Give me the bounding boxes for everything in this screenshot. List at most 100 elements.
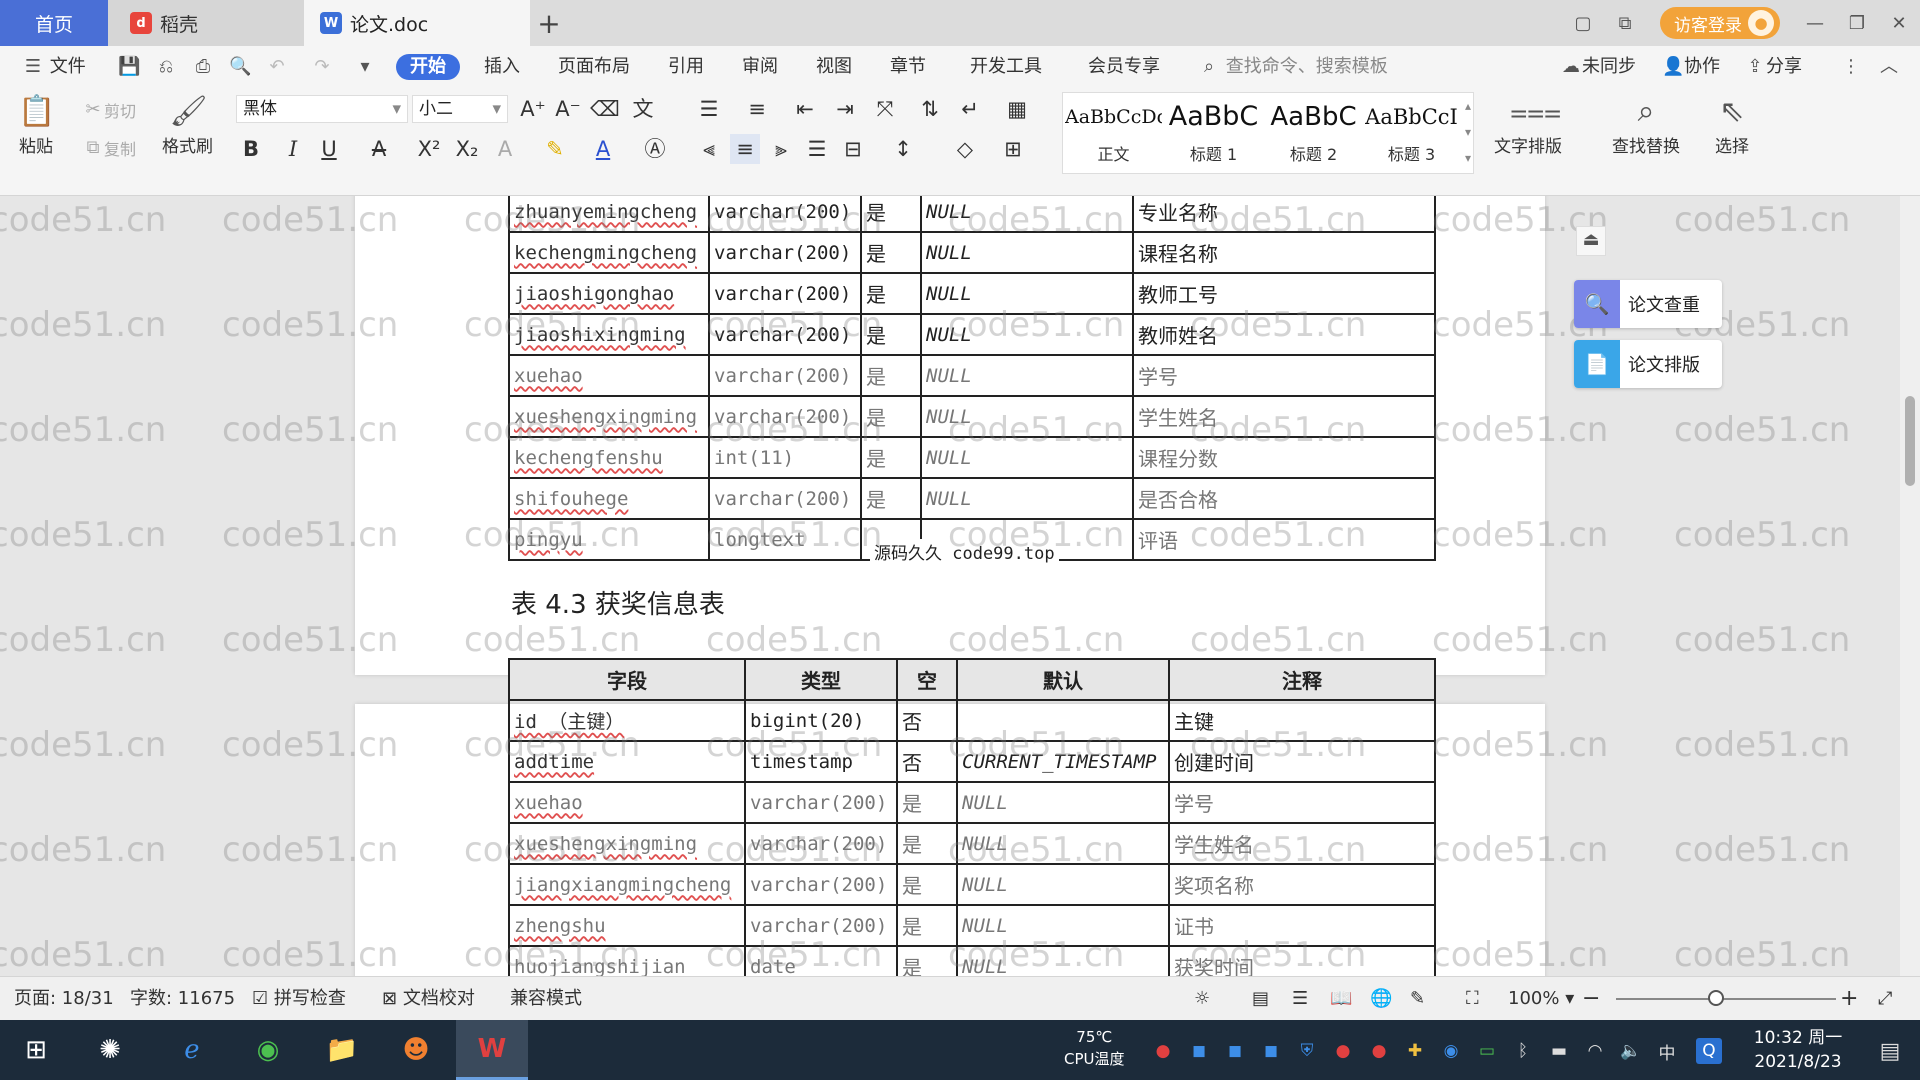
eye-protection-icon[interactable]: ☼: [1194, 977, 1210, 1021]
print-icon[interactable]: ⎙: [192, 54, 214, 80]
fullscreen-icon[interactable]: ⤢: [1878, 977, 1892, 1021]
tray-app-icon[interactable]: ◼: [1258, 1038, 1284, 1064]
tray-app-icon[interactable]: ●: [1150, 1038, 1176, 1064]
clear-format-icon[interactable]: ⌫: [590, 94, 620, 124]
menu-reference[interactable]: 引用: [668, 54, 704, 80]
file-explorer-icon[interactable]: 📁: [306, 1020, 378, 1080]
undo-icon[interactable]: ↶: [266, 54, 288, 80]
char-border-icon[interactable]: Ⓐ: [640, 134, 670, 164]
app-mascot-icon[interactable]: ☻: [380, 1020, 452, 1080]
justify-icon[interactable]: ☰: [802, 134, 832, 164]
italic-icon[interactable]: I: [278, 134, 308, 164]
align-left-icon[interactable]: ⫷: [694, 134, 724, 164]
spell-check-button[interactable]: ☑ 拼写检查: [252, 977, 346, 1021]
shading-icon[interactable]: ◇: [950, 134, 980, 164]
tab-docer[interactable]: d 稻壳: [108, 0, 304, 46]
dual-view-icon[interactable]: ⧉: [1604, 0, 1646, 46]
style-heading-1[interactable]: AaBbC 标题 1: [1165, 93, 1262, 173]
menu-start[interactable]: 开始: [396, 54, 460, 80]
menu-review[interactable]: 审阅: [742, 54, 778, 80]
superscript-icon[interactable]: X²: [414, 134, 444, 164]
tab-home[interactable]: 首页: [0, 0, 108, 46]
save-icon[interactable]: 💾: [118, 54, 140, 80]
outline-view-icon[interactable]: ☰: [1292, 977, 1308, 1021]
close-icon[interactable]: ✕: [1878, 0, 1920, 46]
tray-app-icon[interactable]: ●: [1330, 1038, 1356, 1064]
browser-360-icon[interactable]: ◉: [232, 1020, 304, 1080]
system-clock[interactable]: 10:32 周一 2021/8/23: [1738, 1026, 1858, 1074]
wps-writer-icon[interactable]: W: [456, 1020, 528, 1080]
vertical-scrollbar[interactable]: [1900, 196, 1920, 976]
sort-icon[interactable]: ⇅: [915, 94, 945, 124]
tray-app-icon[interactable]: ◼: [1222, 1038, 1248, 1064]
share-button[interactable]: ⇪ 分享: [1744, 54, 1802, 80]
tray-app-icon[interactable]: ◼: [1186, 1038, 1212, 1064]
menu-insert[interactable]: 插入: [484, 54, 520, 80]
zoom-in-icon[interactable]: +: [1840, 977, 1858, 1021]
tab-document[interactable]: W 论文.doc: [304, 0, 530, 46]
menu-section[interactable]: 章节: [890, 54, 926, 80]
notification-center-icon[interactable]: ▤: [1870, 1038, 1910, 1064]
grow-font-icon[interactable]: A⁺: [518, 94, 548, 124]
decrease-indent-icon[interactable]: ⇤: [790, 94, 820, 124]
cpu-temp-widget[interactable]: 75℃ CPU温度: [1064, 1026, 1125, 1070]
fit-page-icon[interactable]: ⛶: [1466, 977, 1479, 1021]
bold-icon[interactable]: B: [236, 134, 266, 164]
menu-layout[interactable]: 页面布局: [558, 54, 630, 80]
tray-app-icon[interactable]: ✚: [1402, 1038, 1428, 1064]
volume-icon[interactable]: 🔈: [1618, 1038, 1644, 1064]
paste-button[interactable]: 📋 粘贴: [18, 92, 55, 157]
battery-icon[interactable]: ▬: [1546, 1038, 1572, 1064]
pen-icon[interactable]: ✎: [1410, 977, 1425, 1021]
style-heading-2[interactable]: AaBbC 标题 2: [1265, 93, 1362, 173]
sync-status[interactable]: ☁ 未同步: [1560, 54, 1636, 80]
font-size-select[interactable]: 小二 ▾: [412, 95, 508, 123]
more-icon[interactable]: ⋮: [1840, 54, 1862, 80]
underline-icon[interactable]: U: [314, 134, 344, 164]
collapse-ribbon-icon[interactable]: ︿: [1878, 54, 1900, 80]
gallery-scroll-icon[interactable]: ▴ ▾ ▾: [1465, 93, 1471, 171]
visitor-login-button[interactable]: 访客登录 ●: [1660, 7, 1780, 39]
menu-view[interactable]: 视图: [816, 54, 852, 80]
bluetooth-icon[interactable]: ᛒ: [1510, 1038, 1536, 1064]
subscript-icon[interactable]: X₂: [452, 134, 482, 164]
borders-icon[interactable]: ⊞: [998, 134, 1028, 164]
shield-icon[interactable]: ⛨: [1294, 1038, 1320, 1064]
qq-icon[interactable]: Q: [1696, 1038, 1722, 1064]
text-effect-icon[interactable]: A: [490, 134, 520, 164]
minimize-icon[interactable]: —: [1794, 0, 1836, 46]
menu-devtools[interactable]: 开发工具: [970, 54, 1042, 80]
style-normal[interactable]: AaBbCcDd 正文: [1065, 93, 1162, 173]
bullet-list-icon[interactable]: ☰: [694, 94, 724, 124]
show-marks-icon[interactable]: ↵: [955, 94, 985, 124]
tray-app-icon[interactable]: ▭: [1474, 1038, 1500, 1064]
thesis-check-button[interactable]: 🔍 论文查重: [1574, 280, 1722, 328]
format-painter-button[interactable]: 🖌 格式刷: [162, 92, 213, 157]
align-right-icon[interactable]: ⫸: [766, 134, 796, 164]
wifi-icon[interactable]: ◠: [1582, 1038, 1608, 1064]
text-layout-button[interactable]: ⩶ 文字排版: [1494, 92, 1562, 157]
redo-icon[interactable]: ↷: [311, 54, 333, 80]
word-count[interactable]: 字数: 11675: [130, 977, 235, 1021]
tray-app-icon[interactable]: ●: [1366, 1038, 1392, 1064]
menu-member[interactable]: 会员专享: [1088, 54, 1160, 80]
select-button[interactable]: ⇖ 选择: [1714, 92, 1750, 157]
page-view-icon[interactable]: ▤: [1252, 977, 1269, 1021]
web-view-icon[interactable]: 🌐: [1370, 977, 1392, 1021]
copy-button[interactable]: ⧉ 复制: [82, 136, 136, 160]
highlight-icon[interactable]: ✎: [540, 134, 570, 164]
app-pinwheel-icon[interactable]: ✺: [74, 1020, 146, 1080]
find-replace-button[interactable]: ⌕ 查找替换: [1612, 92, 1680, 157]
numbered-list-icon[interactable]: ≡: [742, 94, 772, 124]
style-heading-3[interactable]: AaBbCcI 标题 3: [1363, 93, 1460, 173]
proofread-button[interactable]: ⊠ 文档校对: [382, 977, 475, 1021]
font-color-icon[interactable]: A: [588, 134, 618, 164]
windows-start-icon[interactable]: ⊞: [0, 1020, 72, 1080]
collab-button[interactable]: 👤协作: [1662, 54, 1720, 80]
ie-browser-icon[interactable]: ℯ: [156, 1020, 228, 1080]
quick-access-dropdown-icon[interactable]: ▾: [354, 54, 376, 80]
shrink-font-icon[interactable]: A⁻: [553, 94, 583, 124]
reading-view-icon[interactable]: 📖: [1330, 977, 1352, 1021]
font-name-select[interactable]: 黑体 ▾: [236, 95, 408, 123]
print-preview-icon[interactable]: 🔍: [229, 54, 251, 80]
